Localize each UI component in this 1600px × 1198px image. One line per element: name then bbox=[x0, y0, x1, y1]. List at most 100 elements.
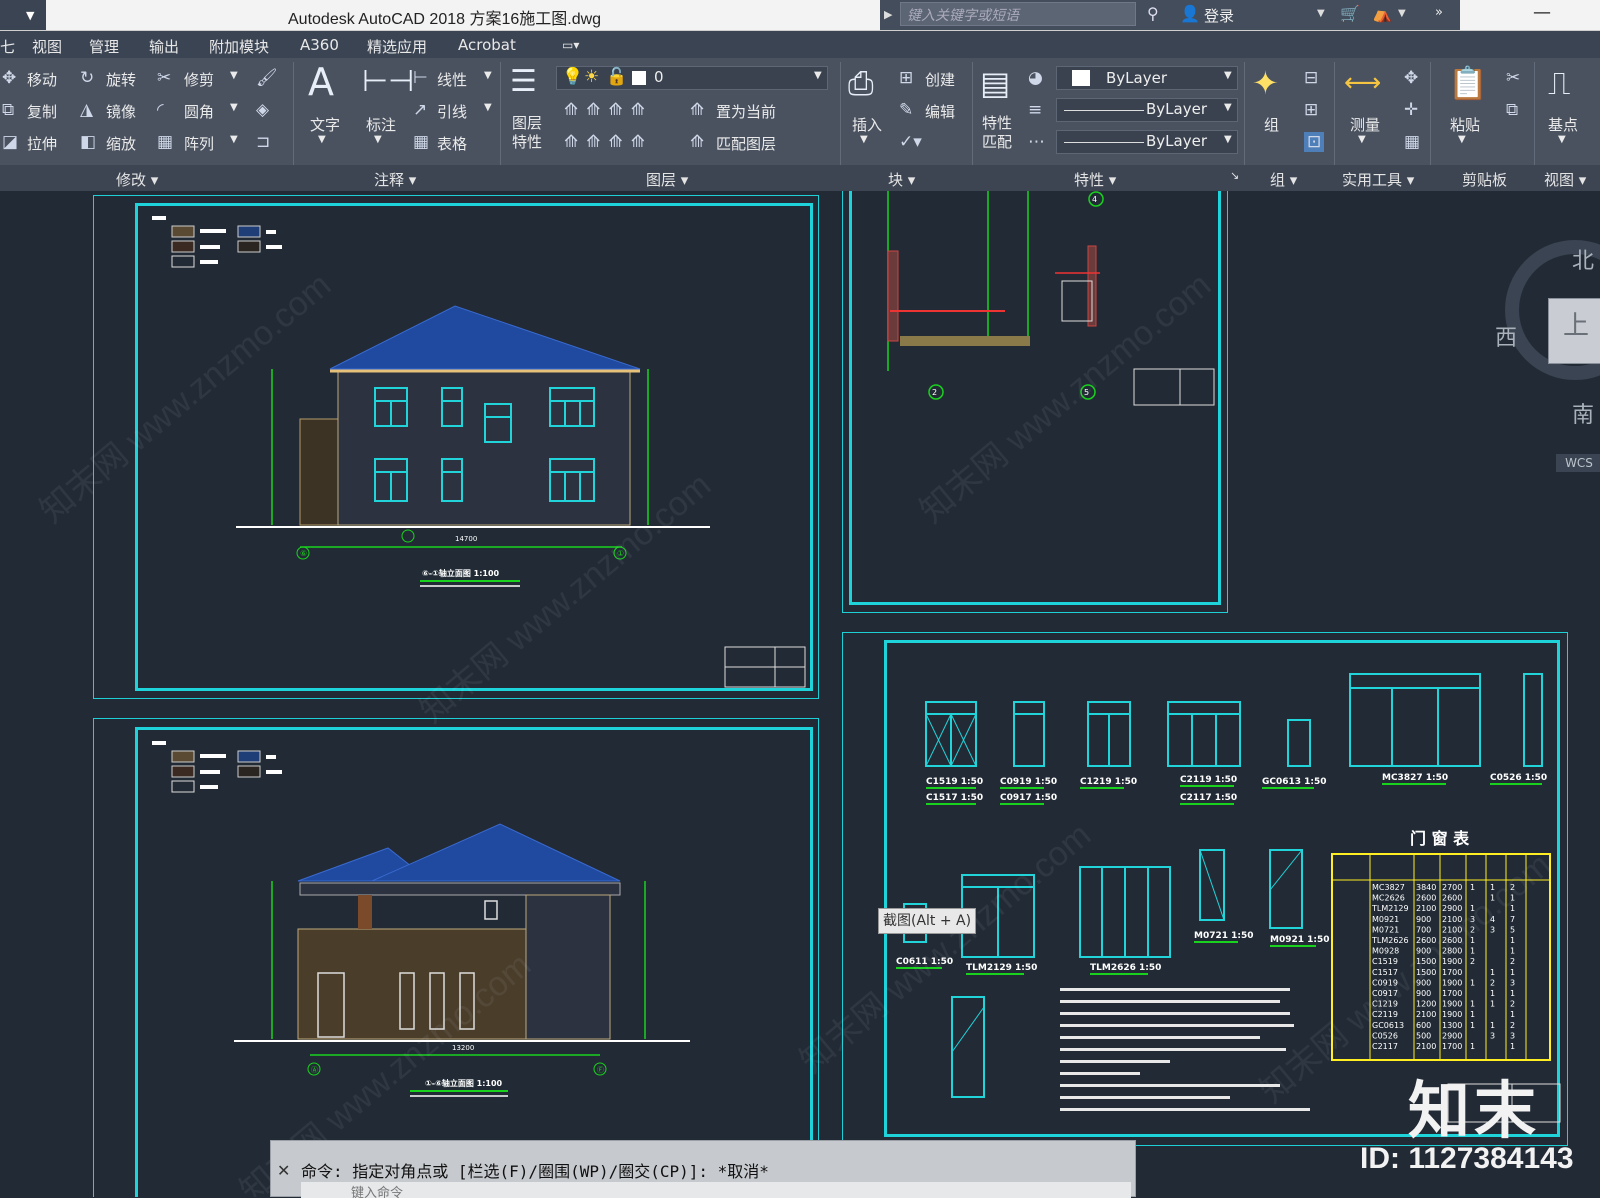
lineweight-icon[interactable]: ≡ bbox=[1028, 100, 1042, 120]
set-current-button[interactable]: 置为当前 bbox=[716, 101, 776, 122]
panel-modify[interactable]: 修改 ▾ bbox=[116, 169, 158, 190]
chevron-down-icon[interactable]: ▼ bbox=[1224, 134, 1232, 145]
text-button[interactable]: 文字 bbox=[310, 114, 340, 135]
brush-icon[interactable]: 🖌 bbox=[256, 68, 278, 88]
drawing-canvas[interactable]: ⑥ ① 14700 ⑥-①轴立面图 1:100 Ⓐ Ⓕ 13200 ①-⑥轴立面… bbox=[0, 191, 1600, 1197]
insert-icon[interactable]: ⎙ bbox=[848, 64, 874, 103]
move-button[interactable]: 移动 bbox=[27, 69, 57, 90]
text-icon[interactable]: A bbox=[308, 60, 334, 104]
panel-layers[interactable]: 图层 ▾ bbox=[646, 169, 688, 190]
explode-icon[interactable]: ◈ bbox=[256, 100, 269, 120]
tab-featured-apps[interactable]: 精选应用 bbox=[367, 36, 427, 57]
layer-tools-icon[interactable]: ⟰⟰⟰⟰ bbox=[564, 100, 653, 120]
stretch-button[interactable]: 拉伸 bbox=[27, 133, 57, 154]
offset-icon[interactable]: ⊐ bbox=[256, 132, 270, 152]
panel-groups[interactable]: 组 ▾ bbox=[1270, 169, 1297, 190]
leader-button[interactable]: 引线 bbox=[437, 101, 467, 122]
viewcube-north[interactable]: 北 bbox=[1572, 243, 1594, 275]
match-properties-button[interactable]: 特性 匹配 bbox=[982, 114, 1012, 152]
properties-launcher-icon[interactable]: ↘ bbox=[1230, 169, 1239, 182]
panel-annotation[interactable]: 注释 ▾ bbox=[374, 169, 416, 190]
tab-acrobat[interactable]: Acrobat bbox=[458, 36, 516, 54]
login-link[interactable]: 登录 bbox=[1204, 5, 1234, 26]
trim-button[interactable]: 修剪 bbox=[184, 69, 214, 90]
paste-icon[interactable]: 📋 bbox=[1448, 64, 1488, 102]
viewcube-west[interactable]: 西 bbox=[1495, 320, 1517, 352]
command-input[interactable]: 键入命令 bbox=[301, 1182, 1131, 1198]
more-icon[interactable]: » bbox=[1435, 5, 1443, 20]
chevron-down-icon[interactable]: ▼ bbox=[1224, 102, 1232, 113]
scale-button[interactable]: 缩放 bbox=[106, 133, 136, 154]
chevron-down-icon[interactable]: ▼ bbox=[814, 70, 822, 81]
chevron-down-icon[interactable]: ▼ bbox=[1558, 134, 1566, 145]
chevron-down-icon[interactable]: ▼ bbox=[230, 134, 238, 145]
dimension-icon[interactable]: ⊢⊣ bbox=[362, 64, 414, 99]
binoculars-icon[interactable]: ⚲ bbox=[1147, 4, 1159, 23]
fillet-button[interactable]: 圆角 bbox=[184, 101, 214, 122]
group-edit-icon[interactable]: ⊞ bbox=[1304, 100, 1318, 120]
tab-addins[interactable]: 附加模块 bbox=[209, 36, 269, 57]
sun-icon[interactable]: ☀ bbox=[584, 67, 599, 87]
id-point-icon[interactable]: ✥ bbox=[1404, 68, 1418, 88]
lock-icon[interactable]: 🔓 bbox=[606, 67, 627, 87]
base-view-icon[interactable]: ⎍ bbox=[1548, 64, 1570, 103]
copy-button[interactable]: 复制 bbox=[27, 101, 57, 122]
tab-a360[interactable]: A360 bbox=[300, 36, 339, 54]
chevron-down-icon[interactable]: ▼ bbox=[860, 134, 868, 145]
array-button[interactable]: 阵列 bbox=[184, 133, 214, 154]
create-block-button[interactable]: 创建 bbox=[925, 69, 955, 90]
chevron-down-icon[interactable]: ▼ bbox=[484, 102, 492, 113]
block-attributes-icon[interactable]: ✓▾ bbox=[899, 132, 922, 152]
table-button[interactable]: 表格 bbox=[437, 133, 467, 154]
paste-button[interactable]: 粘贴 bbox=[1450, 114, 1480, 135]
tab-manage[interactable]: 管理 bbox=[89, 36, 119, 57]
group-icon[interactable]: ✦ bbox=[1252, 64, 1279, 102]
tab-view[interactable]: 视图 bbox=[32, 36, 62, 57]
measure-button[interactable]: 测量 bbox=[1350, 114, 1380, 135]
minimize-icon[interactable]: — bbox=[1533, 2, 1551, 23]
ungroup-icon[interactable]: ⊟ bbox=[1304, 68, 1318, 88]
measure-icon[interactable]: ⟷ bbox=[1344, 68, 1381, 98]
base-view-button[interactable]: 基点 bbox=[1548, 114, 1578, 135]
point-icon[interactable]: ✛ bbox=[1404, 100, 1418, 120]
chevron-down-icon[interactable]: ▼ bbox=[1224, 70, 1232, 81]
dimension-button[interactable]: 标注 bbox=[366, 114, 396, 135]
tab-output[interactable]: 输出 bbox=[149, 36, 179, 57]
tab-partial[interactable]: 七 bbox=[0, 36, 15, 57]
viewcube-south[interactable]: 南 bbox=[1572, 397, 1594, 429]
chevron-down-icon[interactable]: ▼ bbox=[230, 70, 238, 81]
layer-properties-button[interactable]: 图层 特性 bbox=[512, 114, 542, 152]
tab-options-icon[interactable]: ▭▾ bbox=[562, 38, 579, 52]
edit-block-button[interactable]: 编辑 bbox=[925, 101, 955, 122]
chevron-down-icon[interactable]: ▼ bbox=[318, 134, 326, 145]
chevron-down-icon[interactable]: ▼ bbox=[1458, 134, 1466, 145]
a360-icon[interactable]: ⛺ bbox=[1372, 4, 1392, 23]
chevron-down-icon[interactable]: ▼ bbox=[230, 102, 238, 113]
expand-arrow-icon[interactable]: ▶ bbox=[884, 8, 892, 21]
chevron-down-icon[interactable]: ▼ bbox=[1398, 8, 1406, 19]
copy-clip-icon[interactable]: ⧉ bbox=[1506, 100, 1518, 120]
group-select-icon[interactable]: ⊡ bbox=[1304, 132, 1325, 152]
chevron-down-icon[interactable]: ▼ bbox=[484, 70, 492, 81]
quick-access-toolbar[interactable]: ▼ bbox=[0, 0, 46, 30]
wcs-menu[interactable]: WCS bbox=[1556, 454, 1600, 472]
calculator-icon[interactable]: ▦ bbox=[1404, 132, 1420, 152]
panel-properties[interactable]: 特性 ▾ bbox=[1074, 169, 1116, 190]
lightbulb-icon[interactable]: 💡 bbox=[562, 67, 583, 87]
search-input[interactable]: 键入关键字或短语 bbox=[900, 2, 1136, 26]
user-icon[interactable]: 👤 bbox=[1180, 4, 1200, 23]
panel-utilities[interactable]: 实用工具 ▾ bbox=[1342, 169, 1414, 190]
close-icon[interactable]: ✕ bbox=[277, 1161, 290, 1180]
cart-icon[interactable]: 🛒 bbox=[1340, 4, 1360, 23]
cut-icon[interactable]: ✂ bbox=[1506, 68, 1520, 88]
layer-properties-icon[interactable]: ☰ bbox=[510, 64, 537, 99]
chevron-down-icon[interactable]: ▼ bbox=[1317, 8, 1325, 19]
quick-access-dropdown-icon[interactable]: ▼ bbox=[26, 9, 34, 22]
match-properties-icon[interactable]: ▤ bbox=[980, 64, 1010, 102]
mirror-button[interactable]: 镜像 bbox=[106, 101, 136, 122]
linetype-icon[interactable]: ⋯ bbox=[1028, 132, 1045, 152]
linear-button[interactable]: 线性 bbox=[437, 69, 467, 90]
color-wheel-icon[interactable]: ◕ bbox=[1028, 68, 1043, 88]
group-button[interactable]: 组 bbox=[1264, 114, 1279, 135]
panel-block[interactable]: 块 ▾ bbox=[888, 169, 915, 190]
